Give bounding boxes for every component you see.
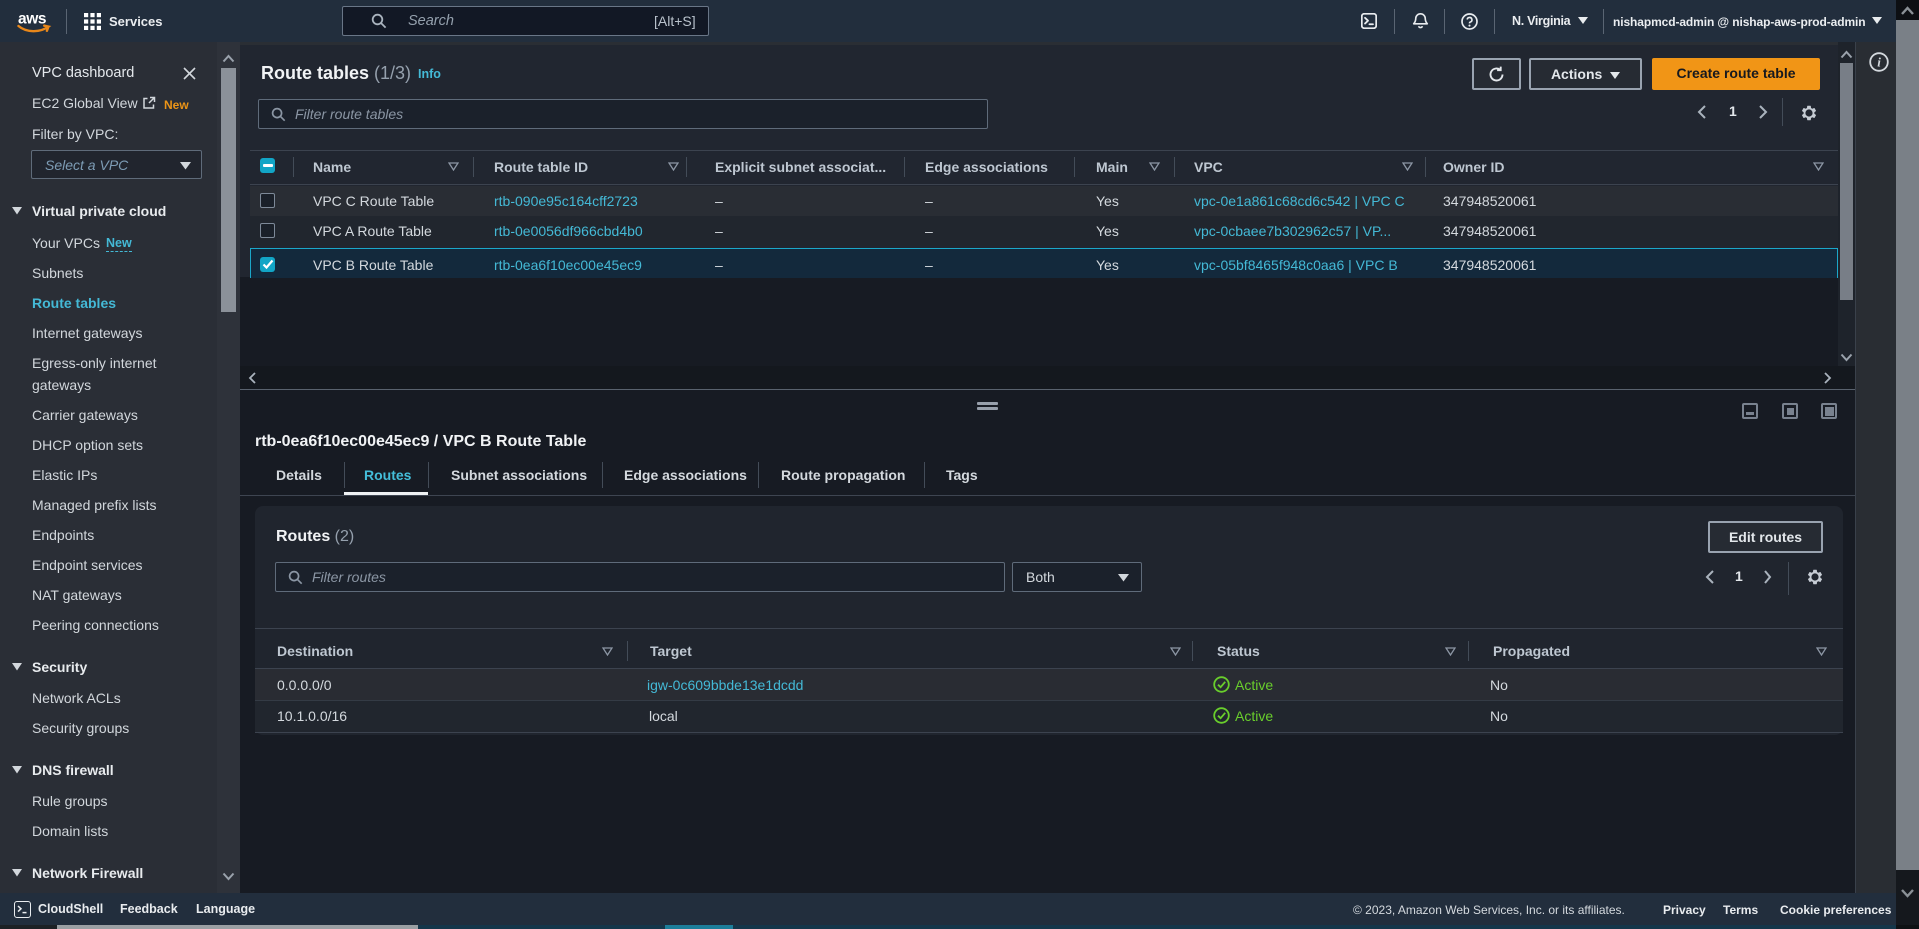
- svg-text:aws: aws: [18, 11, 46, 28]
- svg-text:i: i: [1877, 55, 1881, 70]
